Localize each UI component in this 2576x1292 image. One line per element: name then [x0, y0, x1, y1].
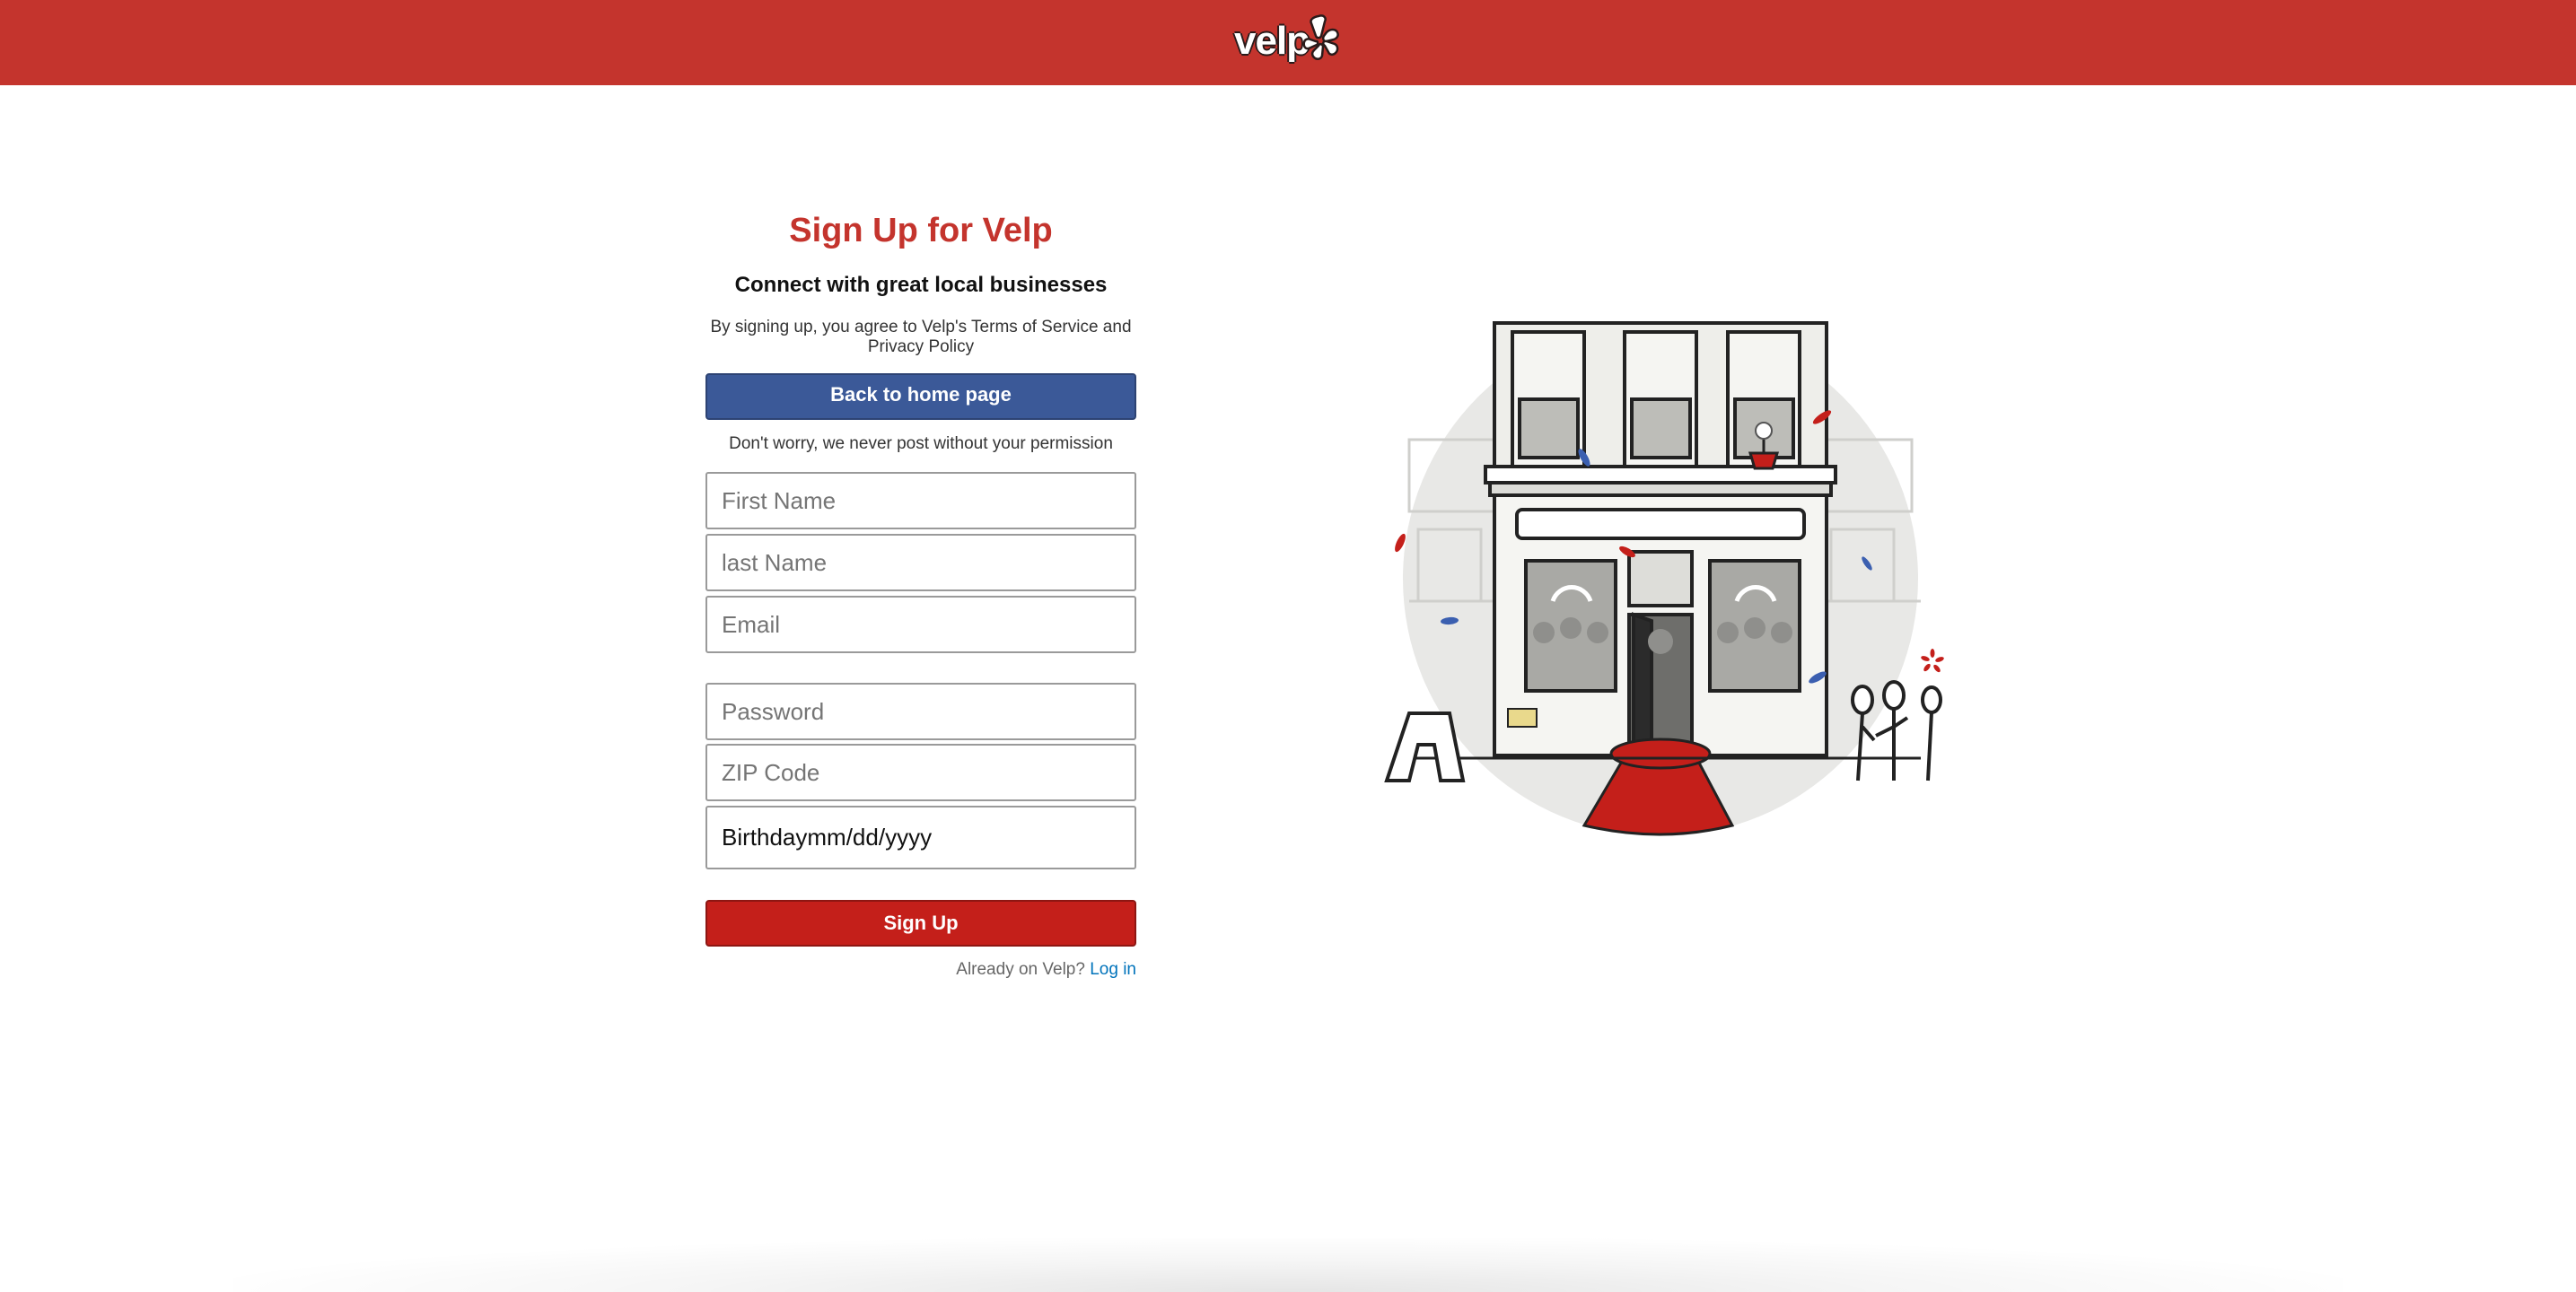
- legal-text: By signing up, you agree to Velp's Terms…: [710, 318, 1132, 356]
- last-name-input[interactable]: [705, 534, 1136, 591]
- email-input[interactable]: [705, 596, 1136, 653]
- wall-plaque: [1507, 708, 1538, 728]
- yelp-burst-icon: [1302, 14, 1339, 60]
- back-to-home-button[interactable]: Back to home page: [705, 373, 1136, 420]
- carpet-top: [1609, 738, 1712, 770]
- bottom-shadow: [233, 1238, 2343, 1292]
- building: [1484, 321, 1837, 757]
- sign-up-button[interactable]: Sign Up: [705, 900, 1136, 947]
- page-title: Sign Up for Velp: [789, 212, 1053, 249]
- top-bar: velp: [0, 0, 2576, 85]
- zip-code-input[interactable]: [705, 744, 1136, 801]
- storefront-illustration: [1384, 321, 1944, 836]
- log-in-link[interactable]: Log in: [1090, 960, 1136, 979]
- login-prompt: Already on Velp? Log in: [705, 960, 1136, 980]
- page-subtitle: Connect with great local businesses: [734, 273, 1108, 297]
- permission-note: Don't worry, we never post without your …: [729, 434, 1113, 453]
- people: [1851, 680, 1942, 781]
- logo-text: velp: [1234, 19, 1310, 63]
- password-input[interactable]: [705, 683, 1136, 740]
- first-name-input[interactable]: [705, 472, 1136, 529]
- velp-logo[interactable]: velp: [1234, 9, 1342, 72]
- sandwich-board: [1384, 711, 1466, 782]
- already-on-text: Already on Velp?: [956, 960, 1085, 979]
- birthday-input[interactable]: Birthdaymm/dd/yyyy: [705, 806, 1136, 869]
